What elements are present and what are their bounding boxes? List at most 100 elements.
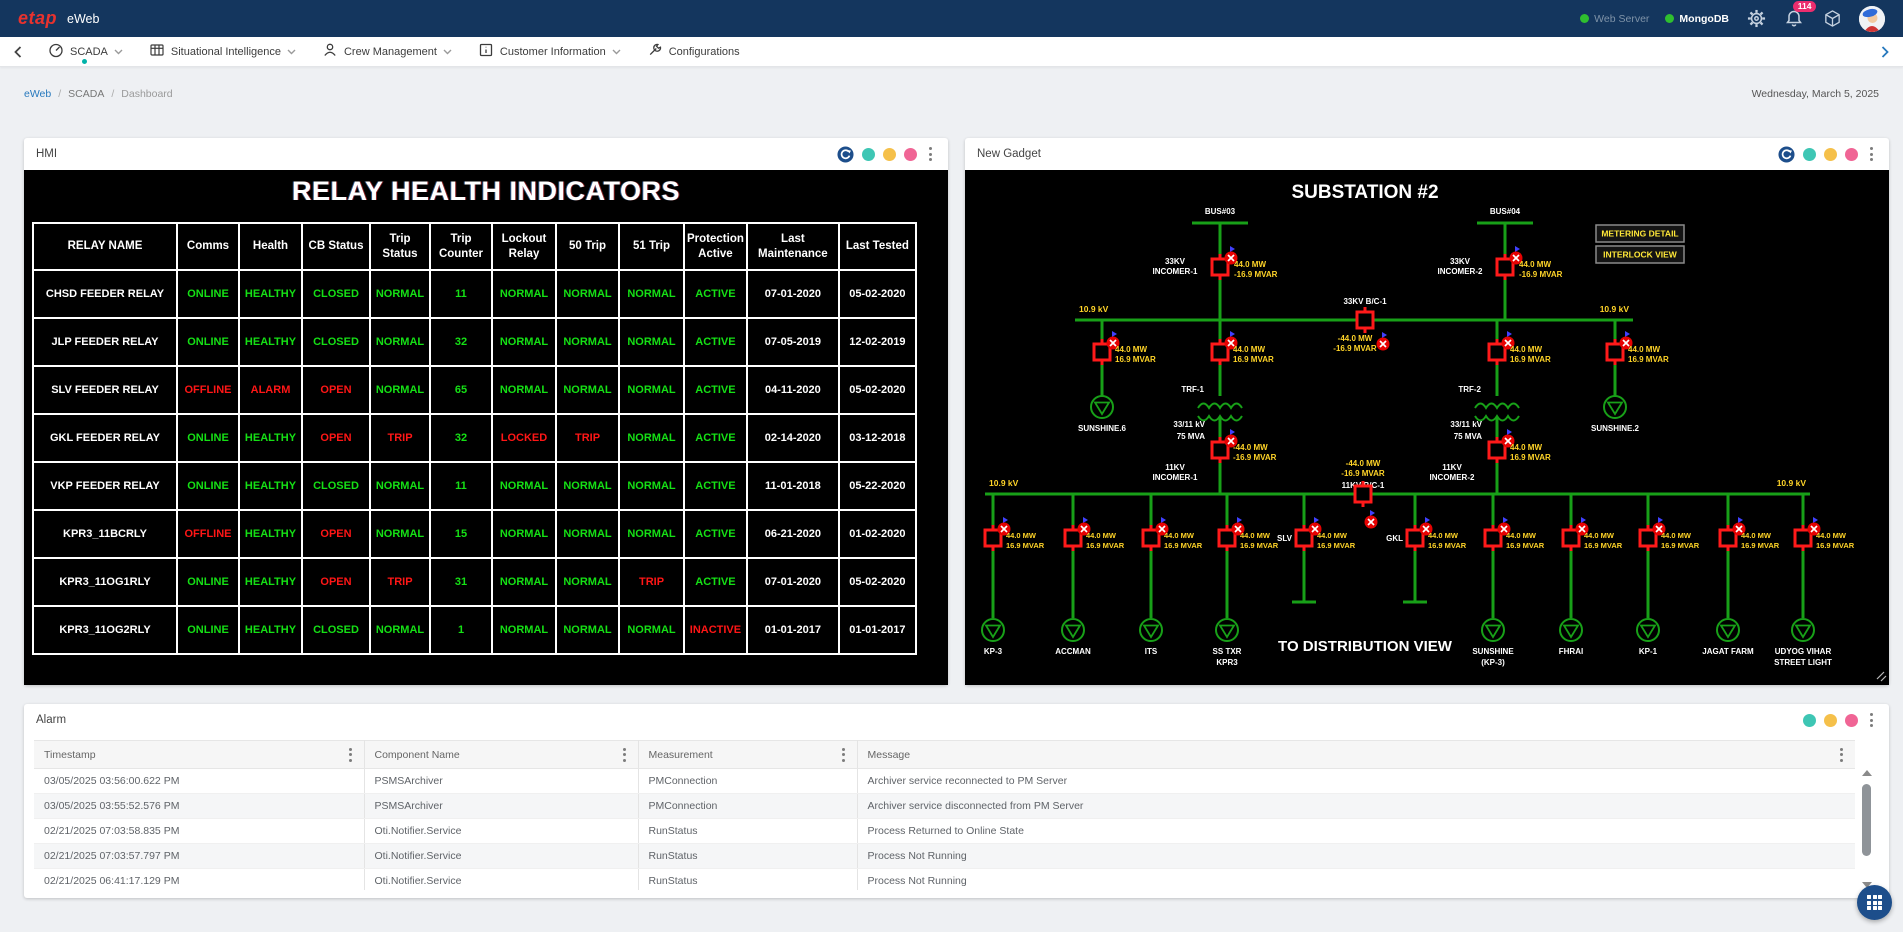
grid-icon bbox=[1867, 895, 1882, 910]
relay-status-cell: HEALTHY bbox=[239, 462, 302, 510]
alarm-panel-header: Alarm bbox=[24, 704, 1889, 736]
nav-item-crew-management[interactable]: Crew Management bbox=[322, 37, 452, 66]
relay-health-table: RELAY NAMECommsHealthCB StatusTrip Statu… bbox=[32, 222, 917, 655]
scroll-up-arrow[interactable] bbox=[1862, 770, 1872, 776]
alarm-col-header[interactable]: Measurement bbox=[638, 741, 857, 769]
breadcrumb-scada[interactable]: SCADA bbox=[68, 88, 104, 100]
nav-item-scada[interactable]: SCADA bbox=[48, 37, 123, 66]
refresh-button[interactable] bbox=[1778, 146, 1795, 163]
relay-col-header: Last Tested bbox=[839, 223, 916, 270]
info-square-icon bbox=[478, 42, 494, 61]
panel-menu-kebab[interactable] bbox=[925, 145, 936, 163]
alarm-row[interactable]: 02/21/2025 07:03:57.797 PMOti.Notifier.S… bbox=[34, 844, 1855, 869]
diagram-label: 16.9 MVAR bbox=[1510, 355, 1551, 364]
panel-dot-yellow[interactable] bbox=[1824, 714, 1837, 727]
diagram-label: ITS bbox=[1145, 647, 1158, 656]
alarm-row[interactable]: 02/21/2025 06:41:17.129 PMOti.Notifier.S… bbox=[34, 869, 1855, 891]
apps-cube-icon[interactable] bbox=[1821, 8, 1843, 30]
refresh-button[interactable] bbox=[837, 146, 854, 163]
nav-item-label: SCADA bbox=[70, 46, 108, 58]
metering-detail-button[interactable]: METERING DETAIL bbox=[1596, 225, 1684, 242]
panel-dot-yellow[interactable] bbox=[883, 148, 896, 161]
alarm-col-header[interactable]: Component Name bbox=[364, 741, 638, 769]
diagram-label: KP-3 bbox=[984, 647, 1003, 656]
relay-table-title: RELAY HEALTH INDICATORS bbox=[24, 176, 948, 207]
relay-status-cell: 05-02-2020 bbox=[839, 558, 916, 606]
diagram-label: 16.9 MVAR bbox=[1164, 541, 1203, 550]
relay-col-header: RELAY NAME bbox=[33, 223, 177, 270]
column-menu-kebab[interactable] bbox=[345, 746, 356, 764]
diagram-label: BUS#04 bbox=[1490, 207, 1521, 216]
diagram-label: 44.0 MW bbox=[1317, 531, 1348, 540]
panel-dot-pink[interactable] bbox=[1845, 148, 1858, 161]
relay-status-cell: HEALTHY bbox=[239, 510, 302, 558]
settings-gear-icon[interactable] bbox=[1745, 8, 1767, 30]
user-avatar[interactable] bbox=[1859, 6, 1885, 32]
diagram-label: 33KV B/C-1 bbox=[1343, 297, 1387, 306]
diagram-label: 16.9 MVAR bbox=[1428, 541, 1467, 550]
diagram-label: TRF-2 bbox=[1458, 385, 1481, 394]
relay-status-cell: 11 bbox=[430, 462, 492, 510]
relay-status-cell: ONLINE bbox=[177, 606, 239, 654]
relay-status-cell: INACTIVE bbox=[684, 606, 747, 654]
main-nav-bar: SCADA Situational Intelligence Crew Mana… bbox=[0, 37, 1903, 67]
grid-apps-fab-button[interactable] bbox=[1857, 885, 1892, 920]
diagram-label: 16.9 MVAR bbox=[1115, 355, 1156, 364]
relay-status-cell: NORMAL bbox=[492, 462, 556, 510]
breaker-33kv-bc-1[interactable] bbox=[1357, 307, 1373, 333]
diagram-label: FHRAI bbox=[1559, 647, 1583, 656]
interlock-view-button[interactable]: INTERLOCK VIEW bbox=[1596, 246, 1684, 263]
diagram-label: KPR3 bbox=[1216, 658, 1238, 667]
nav-item-configurations[interactable]: Configurations bbox=[647, 37, 740, 66]
panel-dot-pink[interactable] bbox=[904, 148, 917, 161]
panel-menu-kebab[interactable] bbox=[1866, 711, 1877, 729]
hmi-panel-header: HMI bbox=[24, 138, 948, 170]
breaker-11kv-bc-1[interactable] bbox=[1355, 481, 1371, 507]
back-chevron-icon[interactable] bbox=[14, 46, 22, 58]
panel-dot-pink[interactable] bbox=[1845, 714, 1858, 727]
forward-chevron-icon[interactable] bbox=[1881, 46, 1889, 58]
alarm-row[interactable]: 02/21/2025 07:03:58.835 PMOti.Notifier.S… bbox=[34, 819, 1855, 844]
relay-status-cell: HEALTHY bbox=[239, 414, 302, 462]
alarm-scrollbar[interactable] bbox=[1861, 770, 1873, 888]
panel-menu-kebab[interactable] bbox=[1866, 145, 1877, 163]
scrollbar-thumb[interactable] bbox=[1862, 784, 1871, 856]
relay-status-cell: 06-21-2020 bbox=[747, 510, 839, 558]
relay-status-cell: NORMAL bbox=[370, 606, 430, 654]
nav-item-customer-information[interactable]: Customer Information bbox=[478, 37, 621, 66]
breadcrumb-dashboard: Dashboard bbox=[121, 88, 172, 100]
chevron-down-icon bbox=[287, 49, 296, 55]
alarm-col-header[interactable]: Message bbox=[857, 741, 1855, 769]
diagram-label: ACCMAN bbox=[1055, 647, 1091, 656]
relay-status-cell: NORMAL bbox=[556, 270, 619, 318]
alarm-row[interactable]: 03/05/2025 03:55:52.576 PMPSMSArchiverPM… bbox=[34, 794, 1855, 819]
panel-dot-teal[interactable] bbox=[1803, 714, 1816, 727]
diagram-label: 44.0 MW bbox=[1510, 443, 1542, 452]
nav-item-situational-intelligence[interactable]: Situational Intelligence bbox=[149, 37, 296, 66]
column-menu-kebab[interactable] bbox=[1836, 746, 1847, 764]
diagram-label: JAGAT FARM bbox=[1702, 647, 1754, 656]
panel-dot-teal[interactable] bbox=[862, 148, 875, 161]
diagram-label: 44.0 MW bbox=[1661, 531, 1692, 540]
column-menu-kebab[interactable] bbox=[838, 746, 849, 764]
notifications-bell-icon[interactable]: 114 bbox=[1783, 8, 1805, 30]
alarm-row[interactable]: 03/05/2025 03:56:00.622 PMPSMSArchiverPM… bbox=[34, 769, 1855, 794]
diagram-label: 16.9 MVAR bbox=[1661, 541, 1700, 550]
relay-status-cell: NORMAL bbox=[556, 558, 619, 606]
relay-status-cell: ONLINE bbox=[177, 558, 239, 606]
diagram-label: 44.0 MW bbox=[1240, 531, 1271, 540]
relay-status-cell: NORMAL bbox=[556, 510, 619, 558]
diagram-label: 44.0 MW bbox=[1086, 531, 1117, 540]
alarm-col-header[interactable]: Timestamp bbox=[34, 741, 364, 769]
panel-dot-yellow[interactable] bbox=[1824, 148, 1837, 161]
breadcrumb-eweb[interactable]: eWeb bbox=[24, 88, 51, 100]
relay-health-board: RELAY HEALTH INDICATORS RELAY NAMECommsH… bbox=[24, 170, 948, 685]
relay-status-cell: ACTIVE bbox=[684, 558, 747, 606]
alarm-cell: RunStatus bbox=[638, 844, 857, 869]
mongodb-status: MongoDB bbox=[1665, 13, 1729, 25]
relay-row: SLV FEEDER RELAYOFFLINEALARMOPENNORMAL65… bbox=[33, 366, 916, 414]
column-menu-kebab[interactable] bbox=[619, 746, 630, 764]
diagram-label: -16.9 MVAR bbox=[1341, 469, 1385, 478]
panel-dot-teal[interactable] bbox=[1803, 148, 1816, 161]
relay-status-cell: NORMAL bbox=[619, 318, 684, 366]
